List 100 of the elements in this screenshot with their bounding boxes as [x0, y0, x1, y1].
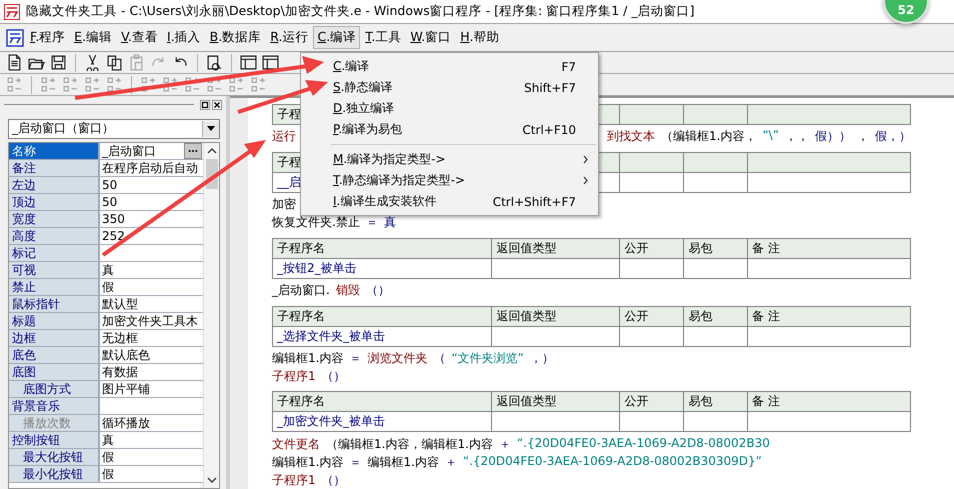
- property-name[interactable]: 顶边: [9, 194, 100, 210]
- menu-item[interactable]: B.数据库: [206, 26, 266, 49]
- property-name[interactable]: 背景音乐: [9, 398, 100, 414]
- property-value[interactable]: 50: [102, 194, 203, 210]
- property-value[interactable]: 加密文件夹工具木: [102, 312, 203, 329]
- property-row[interactable]: 鼠标指针 默认型: [9, 296, 203, 313]
- property-value[interactable]: 假: [102, 278, 203, 295]
- property-value[interactable]: 有数据: [102, 364, 203, 380]
- property-value[interactable]: 无边框: [102, 330, 203, 346]
- document-icon[interactable]: [6, 54, 23, 71]
- table-header-cell: 子程序名: [272, 392, 492, 412]
- property-value[interactable]: 252: [102, 228, 203, 244]
- code-token: （编辑框1.内容，编辑框1.内容: [326, 436, 493, 453]
- property-name[interactable]: 最小化按钮: [9, 466, 100, 482]
- property-row[interactable]: 最小化按钮 假: [9, 466, 203, 483]
- menu-item[interactable]: T.工具: [361, 26, 406, 49]
- property-row[interactable]: 标题 加密文件夹工具木: [9, 312, 203, 330]
- code-token: 恢复文件夹.禁止: [272, 214, 360, 232]
- app-logo-icon: [4, 4, 20, 20]
- property-row[interactable]: 备注 在程序启动后自动: [9, 160, 203, 177]
- close-icon[interactable]: [212, 100, 222, 110]
- code-token: ＋: [498, 436, 511, 453]
- menu-item[interactable]: I.编译生成安装软件 Ctrl+Shift+F7: [301, 191, 598, 212]
- property-value[interactable]: 350: [102, 210, 203, 227]
- property-row[interactable]: 名称 _启动窗口: [9, 142, 203, 160]
- menu-item[interactable]: H.帮助: [456, 26, 504, 49]
- property-name[interactable]: 宽度: [9, 210, 100, 227]
- code-token: 文件更名: [272, 436, 320, 453]
- property-name[interactable]: 控制按钮: [9, 432, 100, 448]
- table-header-cell: 公开: [620, 306, 684, 326]
- property-row[interactable]: 可视 真: [9, 262, 203, 279]
- window-layout-icon[interactable]: [240, 54, 257, 71]
- ellipsis-button[interactable]: [184, 142, 202, 159]
- property-name[interactable]: 禁止: [9, 278, 100, 295]
- code-token: 子程序1: [272, 368, 316, 385]
- property-name[interactable]: 边框: [9, 330, 100, 346]
- property-name[interactable]: 可视: [9, 262, 100, 278]
- code-token: ，，: [784, 128, 809, 146]
- property-row[interactable]: 底图方式 图片平铺: [9, 380, 203, 398]
- property-row[interactable]: 背景音乐: [9, 398, 203, 415]
- search-icon[interactable]: [206, 54, 223, 71]
- menu-item[interactable]: E.编辑: [70, 26, 116, 49]
- scrollbar[interactable]: [203, 142, 219, 488]
- table-header-cell: [620, 152, 684, 172]
- table-header-cell: 返回值类型: [492, 392, 620, 412]
- property-row[interactable]: 标记: [9, 244, 203, 262]
- code-token: 浏览文件夹: [367, 350, 428, 367]
- property-value[interactable]: 图片平铺: [102, 380, 203, 397]
- object-dropdown[interactable]: _启动窗口（窗口）: [8, 118, 220, 139]
- property-value[interactable]: 假: [102, 466, 203, 482]
- property-value[interactable]: 真: [102, 262, 203, 278]
- window-layout-icon[interactable]: [262, 54, 279, 71]
- menu-item[interactable]: R.运行: [266, 26, 312, 49]
- property-row[interactable]: 底色 默认底色: [9, 346, 203, 364]
- property-value[interactable]: 50: [102, 176, 203, 193]
- property-name[interactable]: 底色: [9, 346, 100, 363]
- menu-item[interactable]: W.窗口: [406, 26, 456, 49]
- code-token: “\”: [762, 128, 779, 144]
- app-logo-icon[interactable]: [6, 28, 24, 46]
- property-name[interactable]: 底图方式: [9, 380, 100, 397]
- property-name[interactable]: 底图: [9, 364, 100, 380]
- property-name[interactable]: 备注: [9, 160, 100, 176]
- save-icon[interactable]: [50, 54, 67, 71]
- property-name[interactable]: 左边: [9, 176, 100, 193]
- property-name[interactable]: 名称: [9, 142, 100, 159]
- code-token: （）: [322, 472, 346, 489]
- restore-icon[interactable]: [200, 100, 210, 110]
- property-row[interactable]: 底图 有数据: [9, 364, 203, 381]
- property-row[interactable]: 控制按钮 真: [9, 432, 203, 449]
- property-name[interactable]: 标题: [9, 312, 100, 329]
- menu-item[interactable]: C.编译: [313, 26, 360, 49]
- property-value[interactable]: 真: [102, 432, 203, 448]
- code-token: 运行: [272, 128, 296, 146]
- code-token: （）: [366, 282, 390, 300]
- code-token: ＋: [444, 454, 457, 471]
- property-row[interactable]: 最大化按钮 假: [9, 448, 203, 466]
- table-header-cell: 返回值类型: [492, 306, 620, 326]
- property-value[interactable]: 默认型: [102, 296, 203, 312]
- property-row[interactable]: 边框 无边框: [9, 330, 203, 347]
- property-value[interactable]: _启动窗口: [102, 142, 184, 159]
- property-row[interactable]: 左边 50: [9, 176, 203, 194]
- menu-item[interactable]: V.查看: [117, 26, 162, 49]
- scissors-icon[interactable]: [84, 54, 101, 71]
- copy-icon[interactable]: [106, 54, 123, 71]
- menu-item[interactable]: C.编译 F7: [301, 56, 598, 77]
- property-name[interactable]: 高度: [9, 228, 100, 244]
- property-value[interactable]: 默认底色: [102, 346, 203, 363]
- menu-item[interactable]: S.静态编译 Shift+F7: [301, 77, 598, 98]
- property-name[interactable]: 标记: [9, 244, 100, 261]
- table-header-cell: 备 注: [748, 392, 910, 412]
- menu-item[interactable]: F.程序: [26, 26, 70, 49]
- property-row[interactable]: 禁止 假: [9, 278, 203, 296]
- window-title: 隐藏文件夹工具 - C:\Users\刘永丽\Desktop\加密文件夹.e - Windows窗口程序 - [程序集: 窗口程序集1 / _启动窗口]: [26, 3, 694, 20]
- property-value[interactable]: 在程序启动后自动: [102, 160, 203, 176]
- table-header-cell: 返回值类型: [492, 238, 620, 258]
- property-value[interactable]: 假: [102, 448, 203, 465]
- property-name[interactable]: 最大化按钮: [9, 448, 100, 465]
- table-header-cell: [684, 152, 748, 172]
- menu-item[interactable]: I.插入: [163, 26, 205, 49]
- property-name[interactable]: 鼠标指针: [9, 296, 100, 312]
